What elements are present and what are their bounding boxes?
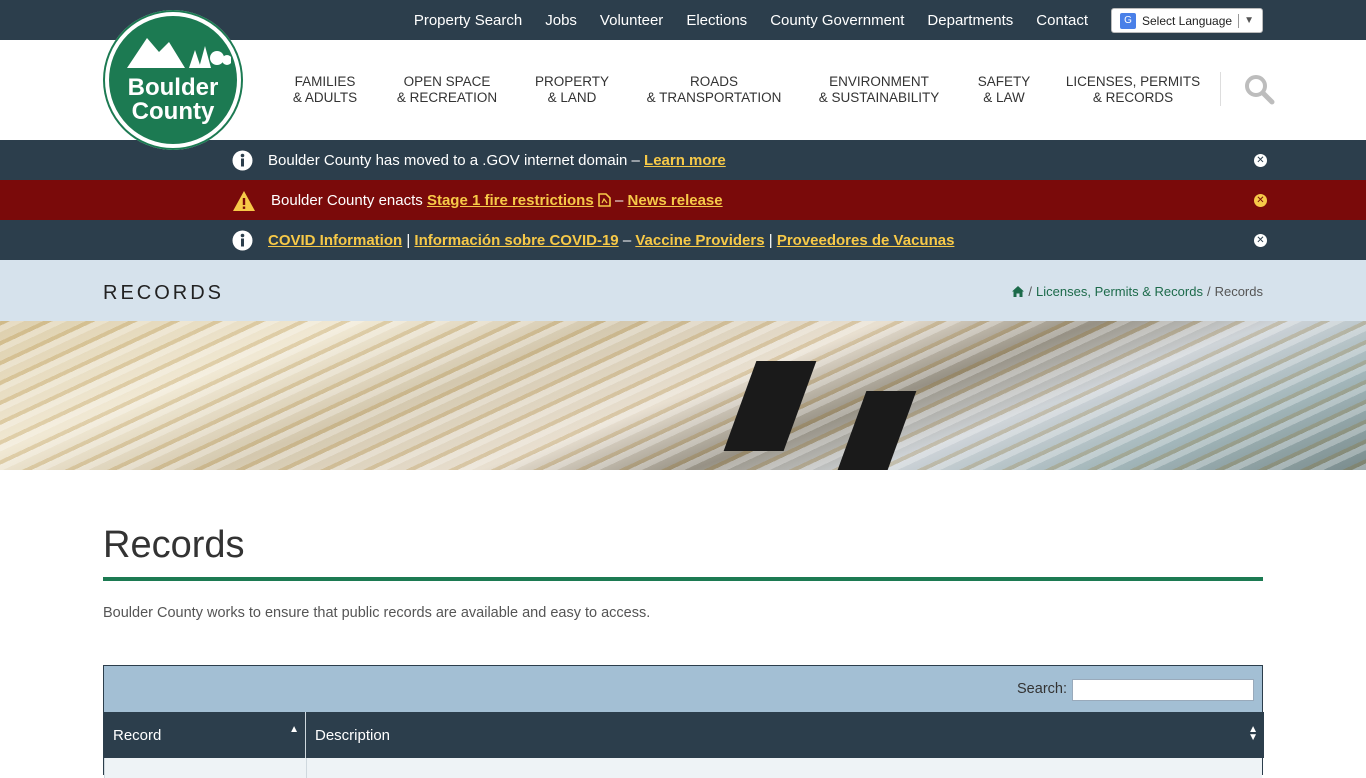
close-icon[interactable]: ✕ (1254, 194, 1267, 207)
logo-text-line2: County (131, 98, 215, 125)
utility-link-volunteer[interactable]: Volunteer (600, 12, 663, 29)
sort-both-icon: ▲ ▼ (1248, 724, 1258, 743)
close-icon[interactable]: ✕ (1254, 234, 1267, 247)
info-icon (232, 230, 253, 251)
table-search-input[interactable] (1072, 679, 1254, 701)
warning-icon (233, 191, 255, 211)
utility-link-elections[interactable]: Elections (686, 12, 747, 29)
vaccine-providers-link[interactable]: Vaccine Providers (635, 232, 764, 249)
covid-dash: – (622, 231, 632, 249)
utility-nav: Property Search Jobs Volunteer Elections… (414, 0, 1088, 40)
breadcrumb-licenses-permits-records[interactable]: Licenses, Permits & Records (1036, 284, 1203, 299)
table-header: Record ▲ Description ▲ ▼ (104, 712, 1264, 758)
nav-item-line2: & ADULTS (292, 90, 358, 105)
table-search-bar: Search: (104, 666, 1262, 712)
table-row[interactable] (104, 758, 1262, 778)
records-banner-image (0, 321, 1366, 470)
page-title: Records (103, 524, 245, 566)
covid-information-link[interactable]: COVID Information (268, 232, 402, 249)
home-icon[interactable] (1012, 286, 1025, 297)
nav-item-line1: LICENSES, PERMITS (1065, 74, 1201, 89)
main-nav: FAMILIES & ADULTS OPEN SPACE & RECREATIO… (274, 40, 1214, 140)
breadcrumb-separator: / (1206, 284, 1211, 299)
nav-open-space-recreation[interactable]: OPEN SPACE & RECREATION (376, 74, 518, 106)
column-divider (306, 758, 307, 778)
mountains-trees-icon (127, 38, 231, 68)
records-table: Search: Record ▲ Description ▲ ▼ (103, 665, 1264, 778)
logo-text-line1: Boulder (127, 74, 219, 101)
alert-gov-domain: Boulder County has moved to a .GOV inter… (0, 140, 1366, 180)
nav-item-line2: & RECORDS (1092, 90, 1174, 105)
language-select[interactable]: G Select Language ▼ (1111, 8, 1263, 33)
column-header-label: Description (315, 727, 391, 744)
alert-fire-restrictions: Boulder County enacts Stage 1 fire restr… (0, 180, 1366, 220)
nav-item-line1: ROADS (689, 74, 738, 89)
nav-families-adults[interactable]: FAMILIES & ADULTS (274, 74, 376, 106)
language-divider (1238, 13, 1240, 28)
nav-item-line2: & LAND (547, 90, 597, 105)
info-icon (232, 150, 253, 171)
covid-separator: | (406, 231, 411, 249)
nav-item-line2: & RECREATION (396, 90, 498, 105)
nav-property-land[interactable]: PROPERTY & LAND (518, 74, 626, 106)
intro-text: Boulder County works to ensure that publ… (103, 605, 651, 621)
language-select-label: Select Language (1142, 13, 1233, 28)
page-title-bar: RECORDS / Licenses, Permits & Records / … (0, 260, 1366, 321)
breadcrumb-separator: / (1028, 284, 1033, 299)
section-title: RECORDS (103, 282, 225, 304)
site-search-button[interactable] (1220, 72, 1276, 106)
alert-fire-text: Boulder County enacts (271, 191, 423, 209)
nav-item-line1: PROPERTY (534, 74, 610, 89)
column-header-description[interactable]: Description ▲ ▼ (306, 712, 1264, 758)
utility-link-jobs[interactable]: Jobs (545, 12, 577, 29)
boulder-county-logo[interactable]: Boulder County (103, 10, 243, 150)
nav-item-line2: & SUSTAINABILITY (818, 90, 940, 105)
column-header-label: Record (113, 727, 162, 744)
column-header-record[interactable]: Record ▲ (104, 712, 306, 758)
nav-item-line1: ENVIRONMENT (829, 74, 929, 89)
nav-item-line2: & LAW (983, 90, 1025, 105)
fire-restrictions-link[interactable]: Stage 1 fire restrictions (427, 192, 594, 209)
utility-link-contact[interactable]: Contact (1036, 12, 1088, 29)
sort-ascending-icon: ▲ (289, 724, 299, 735)
nav-item-line1: FAMILIES (294, 74, 356, 89)
pdf-file-icon (598, 193, 611, 207)
nav-roads-transportation[interactable]: ROADS & TRANSPORTATION (626, 74, 802, 106)
nav-safety-law[interactable]: SAFETY & LAW (956, 74, 1052, 106)
logo-circle: Boulder County (105, 12, 241, 148)
table-search-label: Search: (1017, 681, 1067, 697)
close-icon[interactable]: ✕ (1254, 154, 1267, 167)
nav-licenses-permits-records[interactable]: LICENSES, PERMITS & RECORDS (1052, 74, 1214, 106)
covid-informacion-link[interactable]: Información sobre COVID-19 (414, 232, 618, 249)
chevron-down-icon: ▼ (1244, 15, 1254, 26)
breadcrumb-current: Records (1214, 284, 1263, 299)
utility-link-property-search[interactable]: Property Search (414, 12, 522, 29)
nav-item-line2: & TRANSPORTATION (646, 90, 782, 105)
search-icon (1245, 75, 1275, 105)
utility-link-departments[interactable]: Departments (927, 12, 1013, 29)
news-release-link[interactable]: News release (628, 192, 723, 209)
banner-paper-texture (0, 321, 1366, 470)
google-translate-icon: G (1120, 12, 1136, 29)
learn-more-link[interactable]: Learn more (644, 152, 726, 169)
alert-covid: COVID Information | Información sobre CO… (0, 220, 1366, 260)
title-underline (103, 577, 1263, 581)
nav-item-line1: OPEN SPACE (403, 74, 491, 89)
proveedores-vacunas-link[interactable]: Proveedores de Vacunas (777, 232, 955, 249)
alert-fire-dash: – (615, 191, 624, 209)
nav-item-line1: SAFETY (977, 74, 1031, 89)
nav-environment-sustainability[interactable]: ENVIRONMENT & SUSTAINABILITY (802, 74, 956, 106)
alert-gov-text: Boulder County has moved to a .GOV inter… (268, 151, 640, 169)
breadcrumb: / Licenses, Permits & Records / Records (1012, 284, 1263, 299)
utility-link-county-government[interactable]: County Government (770, 12, 904, 29)
covid-separator: | (768, 231, 773, 249)
